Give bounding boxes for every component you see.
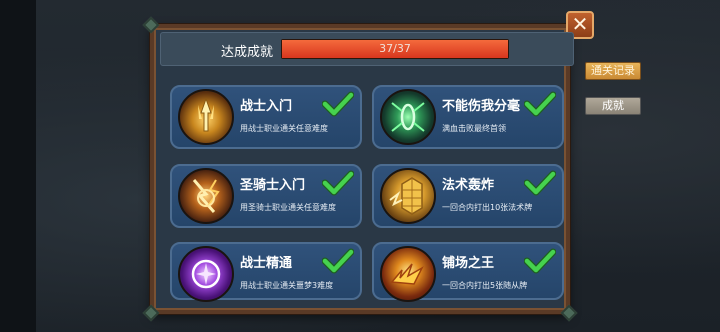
achievement-card[interactable]: 战士精通 用战士职业通关噩梦3难度 [170,242,362,302]
progress-label: 达成成就 [221,45,274,60]
green-rune-icon [380,89,436,145]
checkmark-icon [524,170,556,196]
achievement-title: 圣骑士入门 [240,178,306,193]
achievement-title: 战士精通 [240,256,293,271]
checkmark-icon [524,248,556,274]
purple-orb-icon [178,246,234,302]
achievement-card[interactable]: 法术轰炸 一回合内打出10张法术牌 [372,164,564,228]
left-edge-bar [0,0,36,332]
achievement-desc: 用战士职业通关任意难度 [240,124,328,133]
achievement-card[interactable]: 不能伤我分毫 满血击败最终首领 [372,85,564,149]
checkmark-icon [524,91,556,117]
achievement-title: 法术轰炸 [442,178,495,193]
achievement-title: 战士入门 [240,99,293,114]
checkmark-icon [322,91,354,117]
achievement-desc: 用圣骑士职业通关任意难度 [240,203,336,212]
achievement-progress-row: 达成成就 37/37 [160,32,574,66]
achievement-card[interactable]: 战士入门 用战士职业通关任意难度 [170,85,362,149]
tab-clear-records[interactable]: 通关记录 [585,62,641,80]
fire-burst-icon [380,246,436,302]
achievement-desc: 用战士职业通关噩梦3难度 [240,281,334,290]
achievement-desc: 一回合内打出5张随从牌 [442,281,528,290]
golden-scales-icon [380,168,436,224]
lightning-shield-icon [178,168,234,224]
progress-count: 37/37 [379,42,411,55]
achievement-desc: 满血击败最终首领 [442,124,506,133]
achievement-card[interactable]: 圣骑士入门 用圣骑士职业通关任意难度 [170,164,362,228]
achievement-desc: 一回合内打出10张法术牌 [442,203,533,212]
progress-bar: 37/37 [281,39,509,59]
checkmark-icon [322,248,354,274]
achievement-card[interactable]: 铺场之王 一回合内打出5张随从牌 [372,242,564,302]
tab-achievements[interactable]: 成就 [585,97,641,115]
golden-spear-icon [178,89,234,145]
achievement-title: 铺场之王 [442,256,495,271]
achievement-title: 不能伤我分毫 [442,99,521,114]
checkmark-icon [322,170,354,196]
